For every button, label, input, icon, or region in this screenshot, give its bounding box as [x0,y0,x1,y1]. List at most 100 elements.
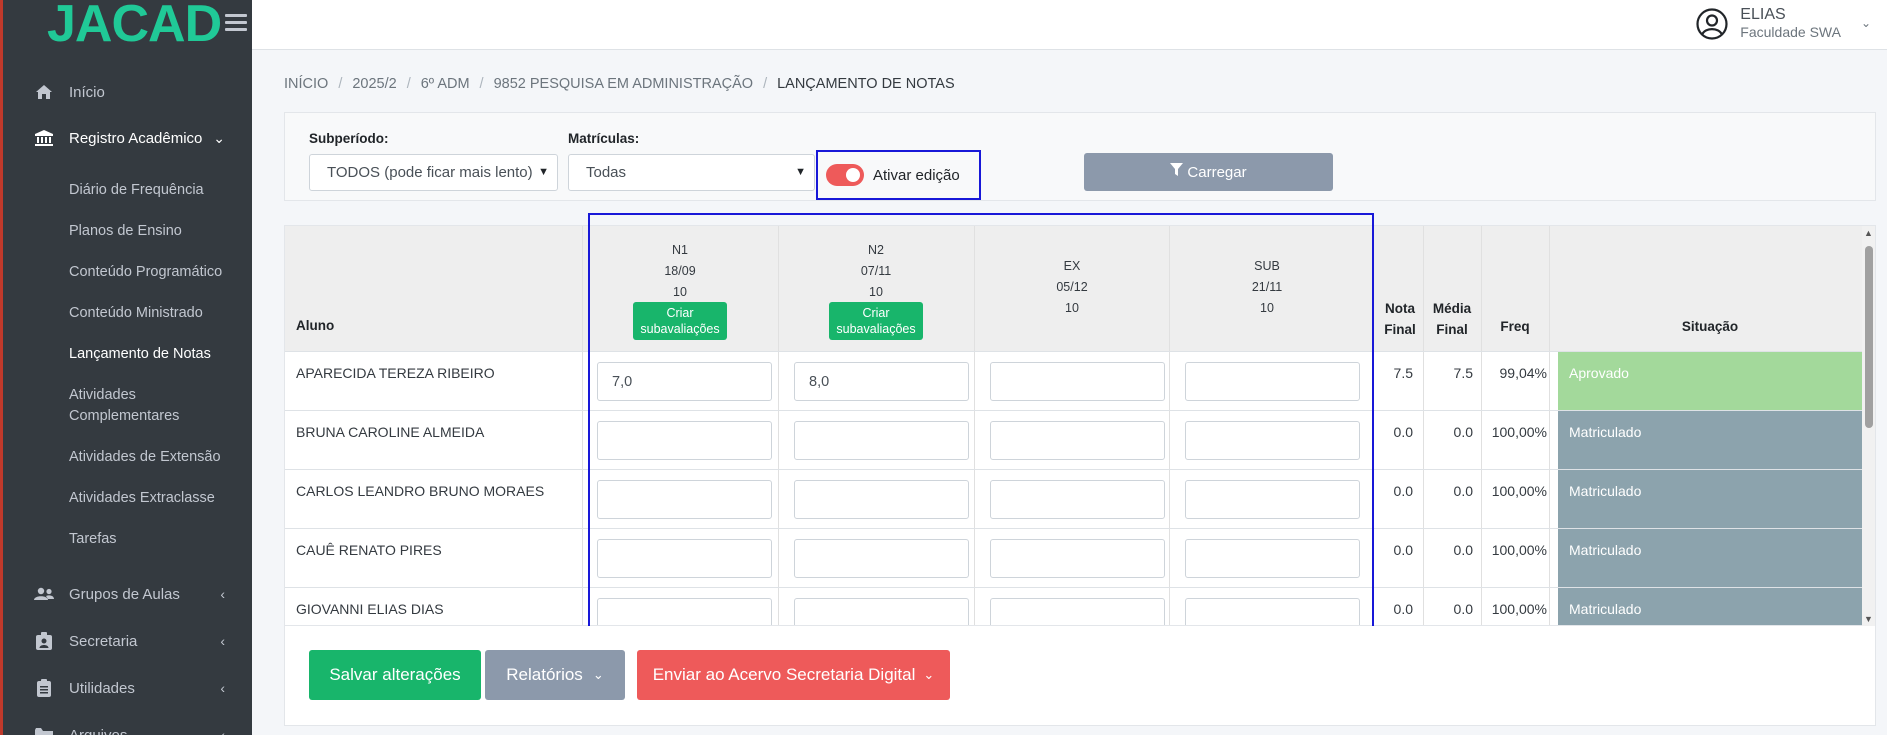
scroll-up-arrow-icon[interactable]: ▲ [1864,228,1873,238]
chevron-down-icon: ▼ [538,166,549,178]
grade-input-ex[interactable] [990,421,1165,460]
sidebar-subitem-atividades-complementares[interactable]: Atividades Complementares [69,385,239,427]
nota-final-value: 0.0 [1393,542,1413,558]
chevron-down-icon: ⌄ [923,667,935,682]
user-name: ELIAS [1740,6,1786,23]
sidebar-subitem-tarefas[interactable]: Tarefas [69,529,249,550]
col-header-sub: SUB 21/11 10 [1251,259,1283,315]
grade-input-sub[interactable] [1185,598,1360,625]
grade-input-ex[interactable] [990,480,1165,519]
sidebar-item-label: Arquivos [69,726,128,735]
col-header-freq: Freq [1500,319,1530,334]
table-scrollbar[interactable]: ▲ ▼ [1862,226,1875,626]
grade-input-sub[interactable] [1185,539,1360,578]
freq-value: 99,04% [1499,365,1547,381]
nota-final-value: 0.0 [1393,424,1413,440]
ativar-edicao-toggle[interactable]: Ativar edição [816,150,981,200]
breadcrumb-item-current: LANÇAMENTO DE NOTAS [777,76,955,92]
sidebar-item-secretaria[interactable]: Secretaria ‹ [3,621,252,661]
sidebar-item-inicio[interactable]: Início [3,72,252,112]
situacao-badge: Matriculado [1558,588,1862,625]
sidebar-subitem-lancamento-notas[interactable]: Lançamento de Notas [69,344,249,365]
grade-input-n2[interactable] [794,421,969,460]
breadcrumb-item-disciplina[interactable]: 9852 PESQUISA EM ADMINISTRAÇÃO [494,76,753,92]
relatorios-label: Relatórios [506,665,583,684]
subperiodo-label: Subperíodo: [309,131,389,146]
grade-input-n1[interactable] [597,480,772,519]
scroll-down-arrow-icon[interactable]: ▼ [1864,614,1873,624]
breadcrumb: INÍCIO / 2025/2 / 6º ADM / 9852 PESQUISA… [284,76,955,92]
sidebar-subitem-diario-frequencia[interactable]: Diário de Frequência [69,180,249,201]
toggle-label: Ativar edição [873,166,960,184]
col-header-situacao: Situação [1681,319,1739,334]
sidebar-item-label: Secretaria [69,632,138,650]
nota-final-value: 0.0 [1393,483,1413,499]
grade-input-n1[interactable] [597,539,772,578]
sidebar-subitem-conteudo-ministrado[interactable]: Conteúdo Ministrado [69,303,249,324]
grade-input-sub[interactable] [1185,480,1360,519]
grade-input-sub[interactable] [1185,362,1360,401]
grade-input-n1[interactable]: 7,0 [597,362,772,401]
grade-input-n2[interactable] [794,480,969,519]
filter-icon [1170,163,1184,181]
media-final-value: 7.5 [1453,365,1473,381]
clipboard-icon [33,679,55,697]
sidebar-item-registro-academico[interactable]: Registro Acadêmico ⌄ [3,118,252,158]
grade-input-n1[interactable] [597,421,772,460]
matriculas-select[interactable]: Todas ▼ [568,154,815,191]
grade-input-sub[interactable] [1185,421,1360,460]
user-circle-icon [1696,8,1728,45]
sidebar-subitem-conteudo-programatico[interactable]: Conteúdo Programático [69,262,249,283]
table-row: CAUÊ RENATO PIRES 0.0 0.0 100,00% Matric… [285,528,1862,588]
media-final-value: 0.0 [1453,424,1473,440]
criar-subavaliacoes-button[interactable]: Criar subavaliações [633,302,727,340]
grade-input-n2[interactable] [794,598,969,625]
aluno-name: CARLOS LEANDRO BRUNO MORAES [296,483,545,499]
criar-subavaliacoes-button[interactable]: Criar subavaliações [829,302,923,340]
scroll-thumb[interactable] [1865,246,1873,428]
freq-value: 100,00% [1491,601,1547,617]
subperiodo-select[interactable]: TODOS (pode ficar mais lento) ▼ [309,154,558,191]
sidebar-item-utilidades[interactable]: Utilidades ‹ [3,668,252,708]
table-row: BRUNA CAROLINE ALMEIDA 0.0 0.0 100,00% M… [285,410,1862,470]
jacad-logo[interactable]: JACAD [47,0,222,54]
hamburger-menu-icon[interactable] [225,10,247,35]
situacao-badge: Aprovado [1558,352,1862,411]
col-header-n1: N1 18/09 10 Criar subavaliações [582,240,778,340]
chevron-left-icon: ‹ [220,727,225,735]
breadcrumb-item-turma[interactable]: 6º ADM [421,76,470,92]
subperiodo-value: TODOS (pode ficar mais lento) [327,164,533,181]
grade-input-ex[interactable] [990,539,1165,578]
grade-input-n2[interactable] [794,539,969,578]
sidebar-subitem-planos-ensino[interactable]: Planos de Ensino [69,221,249,242]
grade-input-ex[interactable] [990,362,1165,401]
sidebar-subitem-atividades-extensao[interactable]: Atividades de Extensão [69,447,249,468]
carregar-button[interactable]: Carregar [1084,153,1333,191]
sidebar-item-grupos-aulas[interactable]: Grupos de Aulas ‹ [3,574,252,614]
enviar-acervo-dropdown-button[interactable]: Enviar ao Acervo Secretaria Digital ⌄ [637,650,950,700]
sidebar-item-label: Registro Acadêmico [69,129,203,147]
grade-input-n2[interactable]: 8,0 [794,362,969,401]
chevron-down-icon: ▼ [795,166,806,178]
user-menu[interactable]: ELIAS Faculdade SWA ⌄ [1696,6,1871,45]
grade-input-n1[interactable] [597,598,772,625]
relatorios-dropdown-button[interactable]: Relatórios ⌄ [485,650,625,700]
chevron-down-icon: ⌄ [1860,16,1871,30]
grades-table: Aluno N1 18/09 10 Criar subavaliações N2… [284,225,1876,626]
breadcrumb-item-inicio[interactable]: INÍCIO [284,76,328,92]
matriculas-value: Todas [586,164,627,181]
user-org: Faculdade SWA [1740,24,1841,40]
breadcrumb-item-periodo[interactable]: 2025/2 [352,76,396,92]
id-badge-icon [33,632,55,650]
freq-value: 100,00% [1491,424,1547,440]
sidebar-subitem-atividades-extraclasse[interactable]: Atividades Extraclasse [69,488,249,509]
users-icon [33,587,55,601]
sidebar-item-label: Grupos de Aulas [69,585,180,603]
sidebar-item-arquivos[interactable]: Arquivos ‹ [3,715,252,735]
salvar-alteracoes-button[interactable]: Salvar alterações [309,650,481,700]
table-header: Aluno N1 18/09 10 Criar subavaliações N2… [285,226,1862,351]
toggle-switch[interactable] [826,164,864,186]
grade-input-ex[interactable] [990,598,1165,625]
freq-value: 100,00% [1491,542,1547,558]
freq-value: 100,00% [1491,483,1547,499]
